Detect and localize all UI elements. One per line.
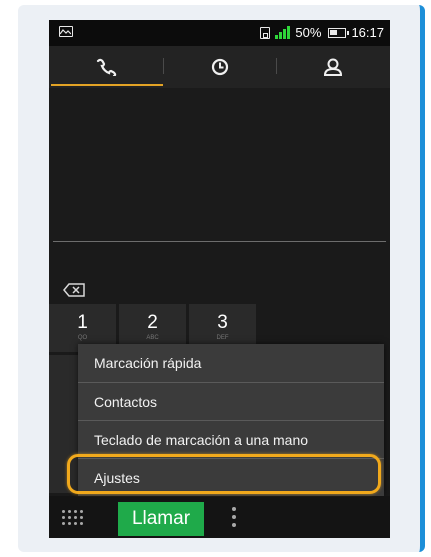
- person-icon: [324, 58, 343, 76]
- status-indicators: 50% 16:17: [260, 25, 384, 40]
- key-2-letters: ABC: [146, 335, 159, 341]
- menu-item-contacts[interactable]: Contactos: [78, 382, 384, 420]
- sim-icon: [260, 26, 271, 39]
- gallery-icon: [59, 26, 73, 37]
- tab-phone[interactable]: [49, 46, 163, 88]
- settings-highlight-outline: [67, 454, 381, 494]
- status-bar: 50% 16:17: [49, 20, 390, 46]
- bottom-action-bar: Llamar: [49, 496, 390, 538]
- call-button[interactable]: Llamar: [118, 502, 204, 536]
- key-3-digit: 3: [217, 312, 228, 333]
- key-1-digit: 1: [77, 312, 88, 333]
- dial-digits-field[interactable]: [49, 88, 390, 242]
- digits-underline: [53, 241, 386, 242]
- signal-icon: [275, 26, 291, 39]
- dialpad-icon[interactable]: [62, 510, 83, 526]
- key-3-letters: DEF: [216, 335, 229, 341]
- dialer-tabs: [49, 46, 390, 88]
- more-vert-icon[interactable]: [231, 507, 237, 529]
- clock-time: 16:17: [351, 25, 384, 40]
- key-1-letters: QO: [77, 335, 88, 341]
- key-2-digit: 2: [147, 312, 158, 333]
- menu-item-one-hand-dialpad[interactable]: Teclado de marcación a una mano: [78, 420, 384, 458]
- battery-percent: 50%: [295, 25, 322, 40]
- battery-icon: [328, 27, 350, 38]
- tab-contacts[interactable]: [276, 46, 390, 88]
- phone-icon: [96, 58, 117, 76]
- clock-icon: [211, 58, 228, 76]
- menu-item-speed-dial[interactable]: Marcación rápida: [78, 344, 384, 382]
- tab-call-log[interactable]: [162, 46, 277, 88]
- backspace-icon[interactable]: [63, 283, 85, 297]
